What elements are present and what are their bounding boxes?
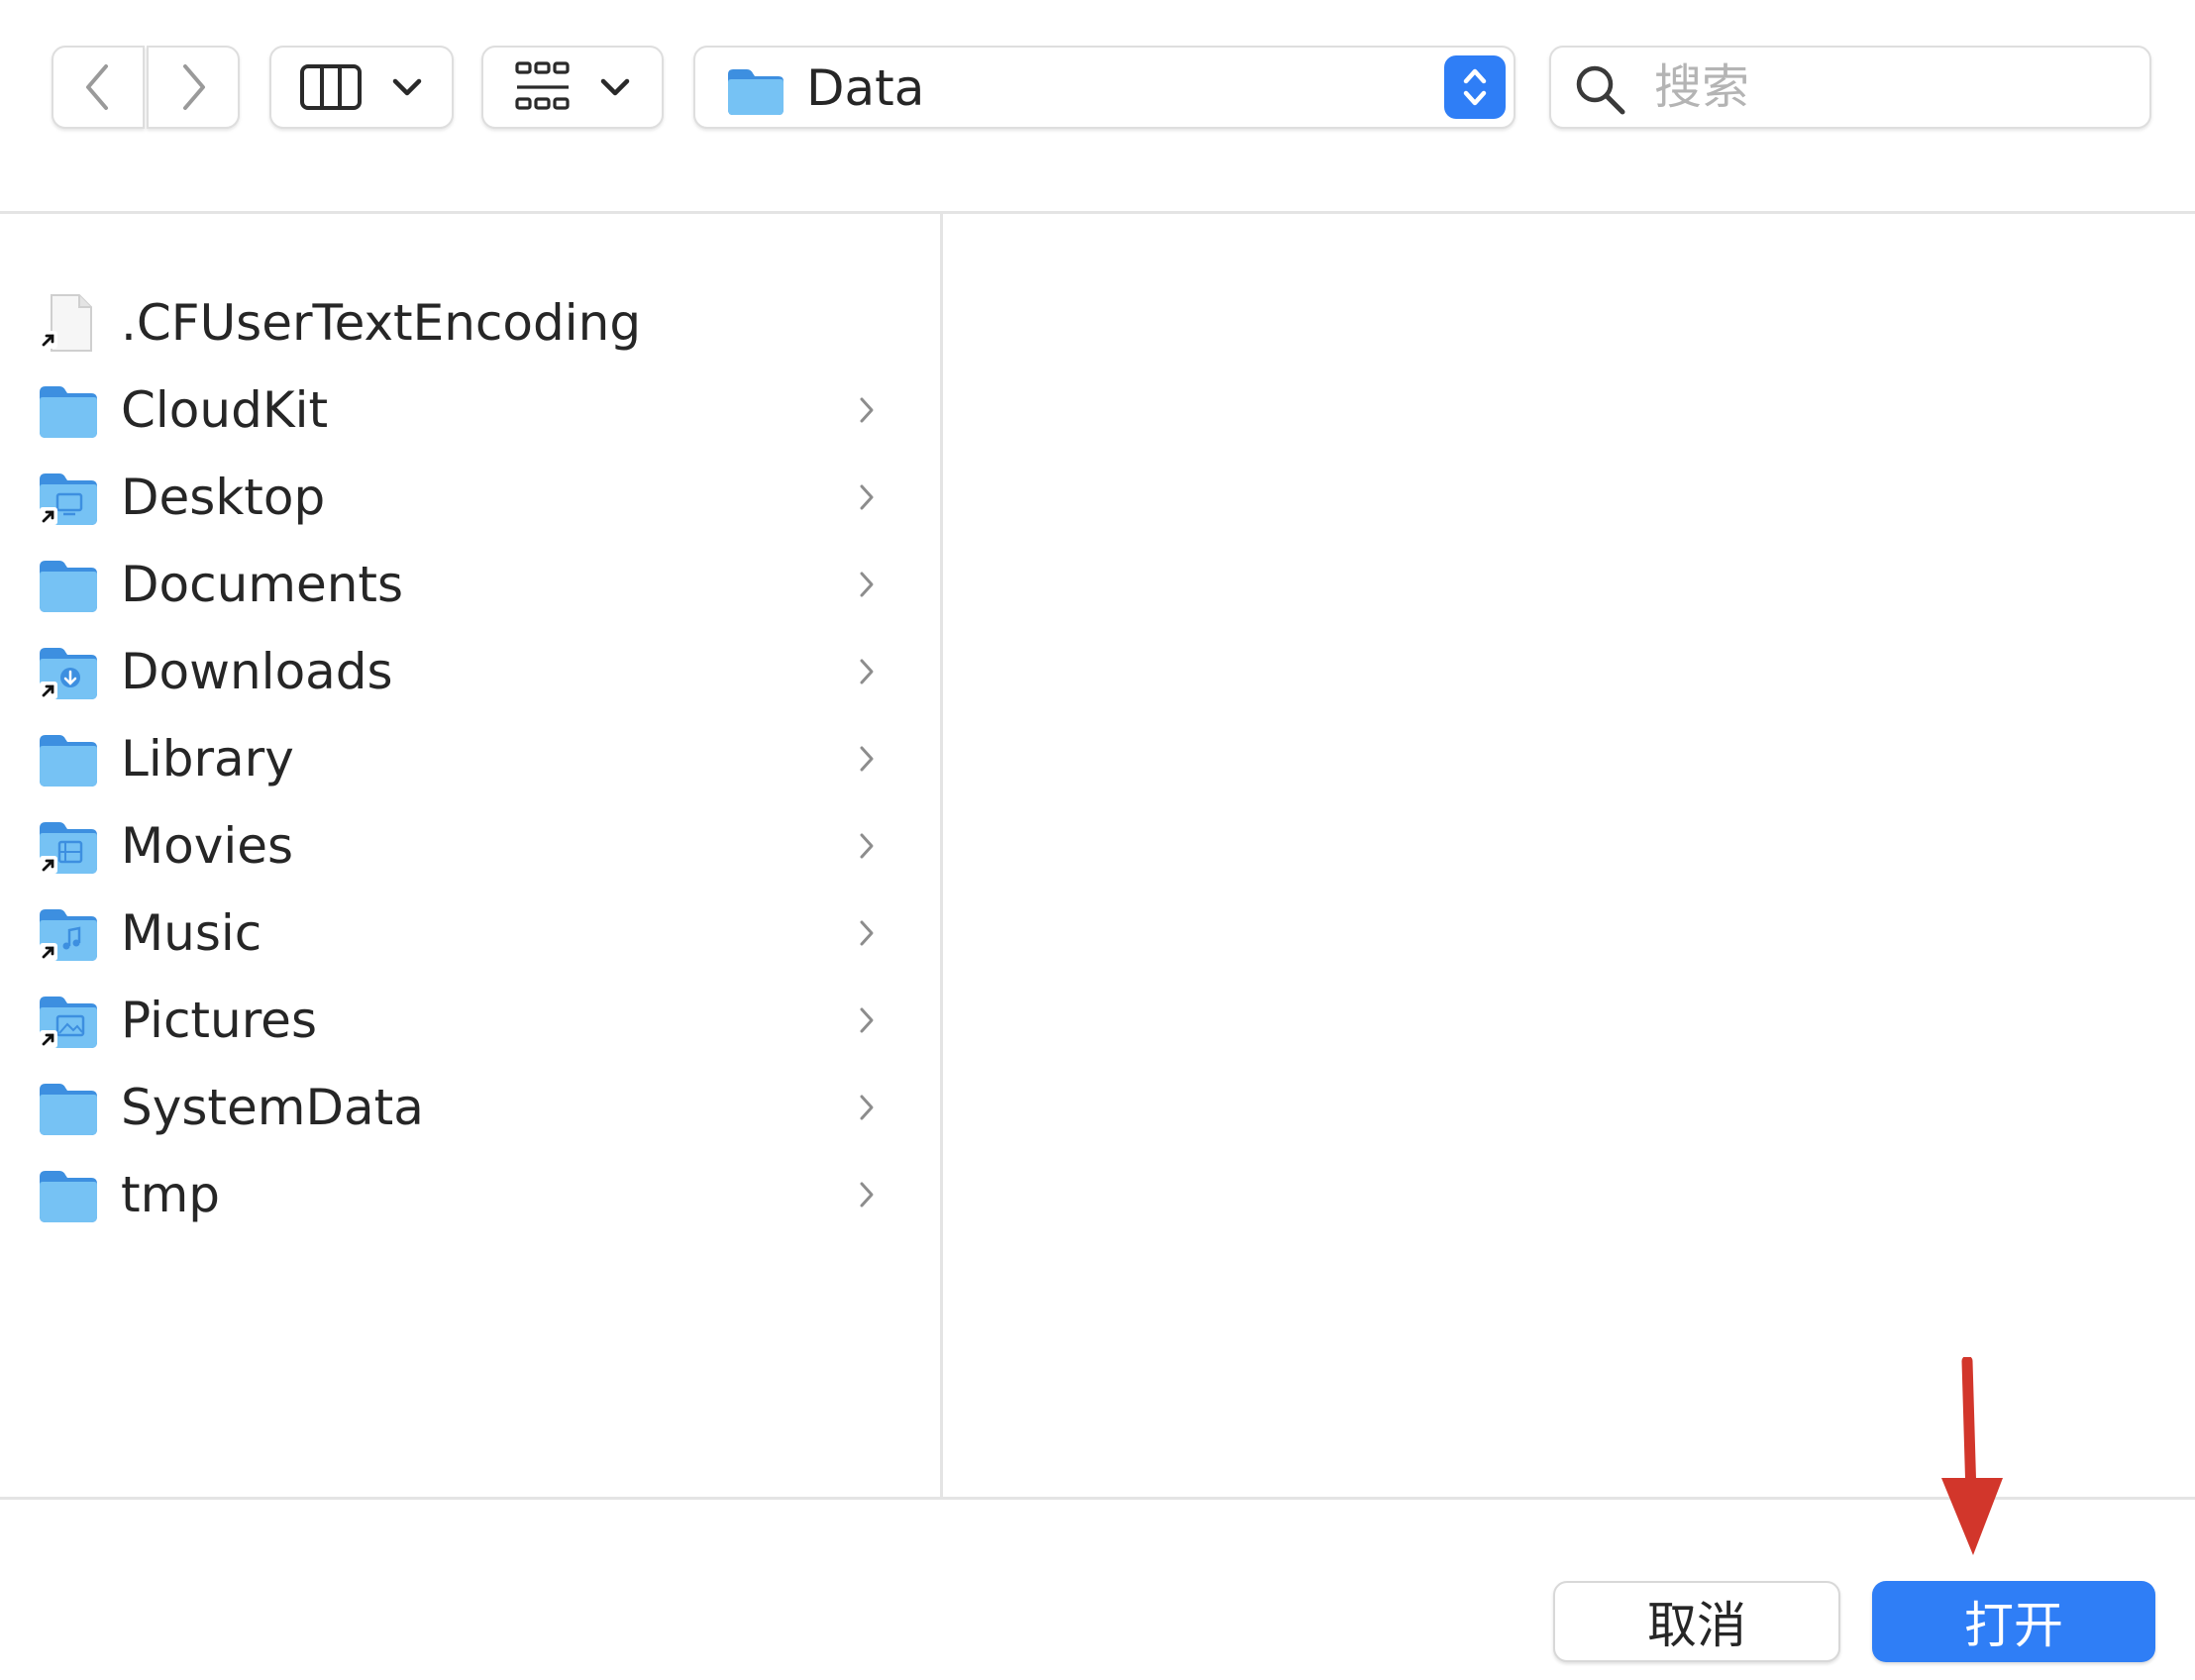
chevron-right-icon (860, 1182, 874, 1208)
file-name: SystemData (121, 1079, 424, 1136)
search-icon (1573, 62, 1628, 118)
chevron-right-icon (860, 1007, 874, 1033)
path-label: Data (806, 59, 925, 117)
list-item[interactable]: Desktop (0, 454, 940, 541)
chevron-right-icon (860, 484, 874, 510)
list-item[interactable]: Movies (0, 802, 940, 890)
chevron-right-icon (860, 920, 874, 946)
file-column: .CFUserTextEncoding CloudKit Desktop Doc… (0, 214, 940, 1497)
chevron-left-icon (86, 64, 108, 110)
search-input[interactable] (1654, 55, 2130, 119)
icon-grid-icon (515, 61, 570, 110)
downloads-folder-icon (40, 648, 97, 699)
column-view-icon (300, 64, 362, 110)
view-mode-button[interactable] (269, 46, 454, 129)
list-item[interactable]: .CFUserTextEncoding (0, 279, 940, 367)
file-name: Desktop (121, 469, 326, 526)
forward-button[interactable] (147, 46, 240, 129)
list-item[interactable]: Library (0, 715, 940, 802)
search-field[interactable] (1549, 46, 2151, 129)
file-name: .CFUserTextEncoding (121, 294, 642, 352)
folder-icon (40, 561, 97, 612)
chevron-right-icon (860, 833, 874, 859)
list-item[interactable]: SystemData (0, 1064, 940, 1151)
back-button[interactable] (52, 46, 145, 129)
chevron-right-icon (860, 659, 874, 684)
document-alias-icon (40, 294, 92, 352)
chevron-right-icon (860, 572, 874, 597)
chevron-right-icon (860, 397, 874, 423)
preview-column (943, 214, 2195, 1497)
folder-icon (40, 386, 97, 438)
chevron-right-icon (860, 746, 874, 772)
pictures-folder-icon (40, 997, 97, 1048)
up-down-arrows-icon (1463, 68, 1487, 106)
path-popup[interactable]: Data (693, 46, 1516, 129)
group-button[interactable] (481, 46, 664, 129)
file-name: Library (121, 730, 294, 788)
music-folder-icon (40, 909, 97, 961)
desktop-folder-icon (40, 473, 97, 525)
list-item[interactable]: Documents (0, 541, 940, 628)
list-item[interactable]: tmp (0, 1151, 940, 1238)
file-name: Pictures (121, 992, 317, 1049)
chevron-right-icon (183, 64, 205, 110)
chevron-down-icon (392, 78, 422, 96)
annotation-arrow-icon (1941, 1357, 2003, 1555)
file-name: CloudKit (121, 381, 329, 439)
folder-icon (40, 735, 97, 787)
file-name: Downloads (121, 643, 393, 700)
file-name: tmp (121, 1166, 221, 1223)
folder-icon (728, 69, 784, 115)
cancel-button[interactable]: 取消 (1553, 1581, 1840, 1662)
footer-divider (0, 1497, 2195, 1500)
file-name: Documents (121, 556, 404, 613)
file-name: Music (121, 904, 262, 962)
file-name: Movies (121, 817, 294, 875)
list-item[interactable]: Pictures (0, 977, 940, 1064)
folder-icon (40, 1084, 97, 1135)
open-button[interactable]: 打开 (1872, 1581, 2155, 1662)
list-item[interactable]: CloudKit (0, 367, 940, 454)
folder-icon (40, 1171, 97, 1222)
path-stepper[interactable] (1444, 55, 1506, 119)
chevron-down-icon (600, 78, 630, 96)
list-item[interactable]: Music (0, 890, 940, 977)
toolbar: Data (0, 0, 2195, 212)
movies-folder-icon (40, 822, 97, 874)
chevron-right-icon (860, 1095, 874, 1120)
list-item[interactable]: Downloads (0, 628, 940, 715)
